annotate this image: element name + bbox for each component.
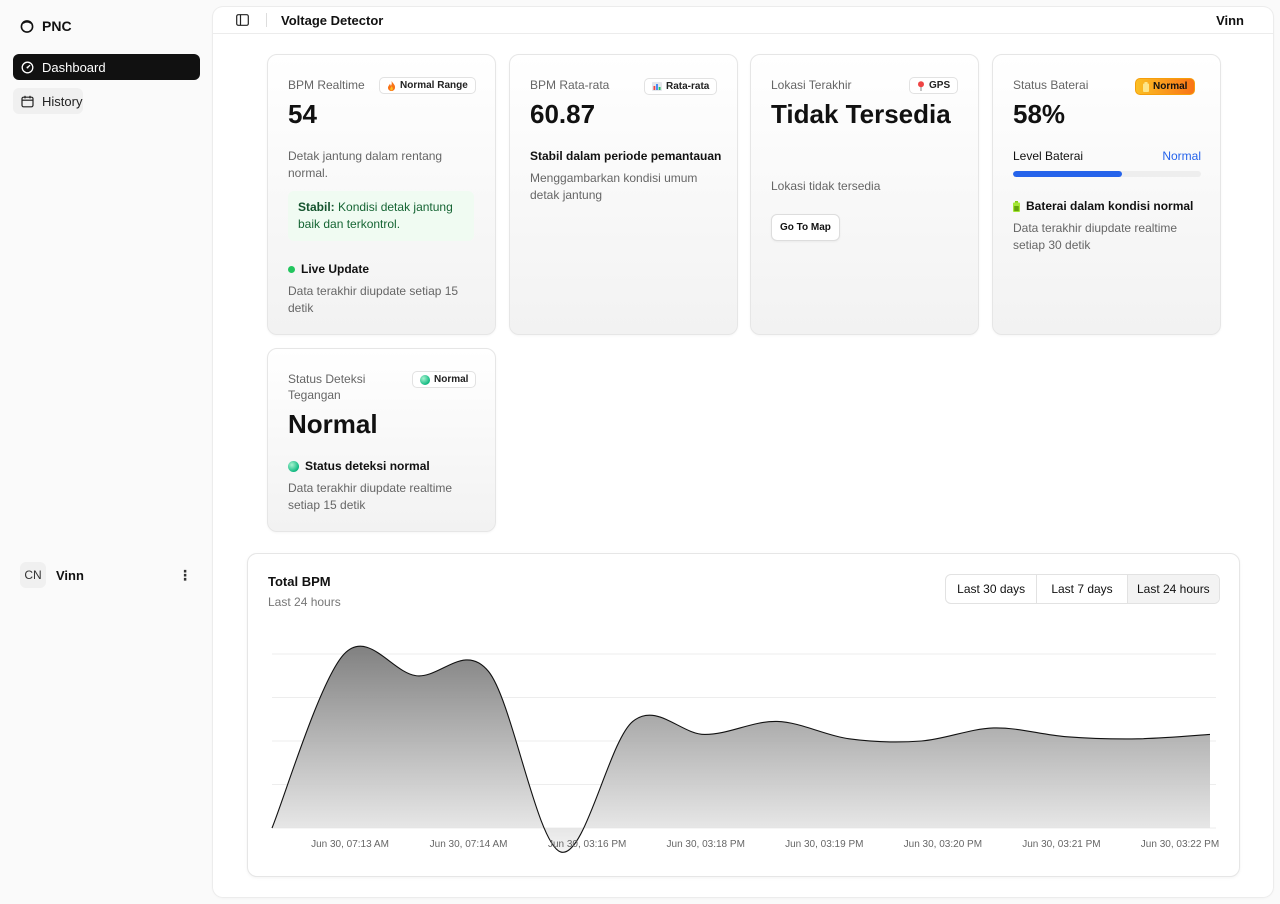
card-description: Menggambarkan kondisi umum detak jantung xyxy=(530,171,698,202)
badge-label: GPS xyxy=(929,80,951,91)
sidebar-item-dashboard[interactable]: Dashboard xyxy=(13,54,200,80)
stability-title: Stabil dalam periode pemantauan xyxy=(530,149,722,163)
page-title: Voltage Detector xyxy=(281,13,384,28)
badge-label: Rata-rata xyxy=(666,81,710,92)
x-tick-label: Jun 30, 07:13 AM xyxy=(311,839,389,850)
user-menu[interactable]: CN Vinn ⋮ xyxy=(20,562,198,588)
header-user[interactable]: Vinn xyxy=(1216,13,1244,28)
battery-green-icon xyxy=(1013,200,1020,212)
battery-condition-label: Baterai dalam kondisi normal xyxy=(1026,199,1194,213)
chart-card: Total BPM Last 24 hours Last 30 days Las… xyxy=(247,553,1240,877)
logo-icon xyxy=(20,20,34,33)
status-badge: Rata-rata xyxy=(644,78,718,95)
series-area xyxy=(272,646,1210,853)
voltage-condition: Status deteksi normal xyxy=(288,459,430,473)
battery-progress-bar xyxy=(1013,171,1201,177)
gauge-icon xyxy=(21,61,34,73)
card-battery: Status Baterai Normal 58% Level Baterai … xyxy=(992,54,1221,335)
x-tick-label: Jun 30, 03:19 PM xyxy=(785,839,863,850)
pin-icon xyxy=(918,80,924,91)
battery-icon xyxy=(1143,81,1149,92)
badge-label: Normal Range xyxy=(400,80,468,91)
green-sphere-icon xyxy=(420,374,430,385)
status-badge: Normal xyxy=(412,371,477,388)
brand-name: PNC xyxy=(42,18,72,34)
update-note: Data terakhir diupdate realtime setiap 1… xyxy=(288,481,453,512)
x-tick-label: Jun 30, 03:21 PM xyxy=(1022,839,1100,850)
voltage-condition-label: Status deteksi normal xyxy=(305,459,430,473)
battery-value: 58% xyxy=(1013,99,1066,129)
status-badge: Normal xyxy=(1135,78,1196,95)
header-divider xyxy=(266,13,267,27)
x-tick-label: Jun 30, 03:20 PM xyxy=(904,839,982,850)
x-tick-label: Jun 30, 07:14 AM xyxy=(430,839,508,850)
status-note: Stabil: Kondisi detak jantung baik dan t… xyxy=(288,191,474,241)
card-label: Lokasi Terakhir xyxy=(771,78,852,92)
status-note-title: Stabil: xyxy=(298,200,335,214)
fire-icon xyxy=(387,80,396,91)
main-panel: Voltage Detector Vinn BPM Realtime Norma… xyxy=(213,7,1273,897)
sidebar-item-label: History xyxy=(42,93,83,109)
badge-label: Normal xyxy=(1153,81,1188,92)
card-description: Detak jantung dalam rentang normal. xyxy=(288,149,443,180)
bpm-area-chart: Jun 30, 07:13 AM Jun 30, 07:14 AM Jun 30, … xyxy=(271,645,1219,853)
card-label: BPM Rata-rata xyxy=(530,78,610,92)
x-tick-label: Jun 30, 03:22 PM xyxy=(1141,839,1219,850)
card-bpm-realtime: BPM Realtime Normal Range 54 Detak jantu… xyxy=(267,54,496,335)
voltage-value: Normal xyxy=(288,409,378,439)
calendar-icon xyxy=(21,95,34,107)
status-badge: GPS xyxy=(909,77,959,94)
card-voltage-status: Status Deteksi Tegangan Normal Normal St… xyxy=(267,348,496,532)
card-location: Lokasi Terakhir GPS Tidak Tersedia Lokas… xyxy=(750,54,979,335)
x-tick-label: Jun 30, 03:16 PM xyxy=(548,839,626,850)
status-badge: Normal Range xyxy=(379,77,476,94)
card-label: Status Baterai xyxy=(1013,78,1089,92)
update-note: Data terakhir diupdate setiap 15 detik xyxy=(288,284,459,315)
card-description: Lokasi tidak tersedia xyxy=(771,179,881,193)
card-bpm-average: BPM Rata-rata Rata-rata 60.87 Stabil dal… xyxy=(509,54,738,335)
battery-level-row: Level Baterai Normal xyxy=(1013,149,1201,163)
update-note: Data terakhir diupdate realtime setiap 3… xyxy=(1013,221,1178,252)
live-dot-icon xyxy=(288,265,295,273)
bar-chart-icon xyxy=(652,82,662,91)
green-sphere-icon xyxy=(288,460,299,472)
bpm-value: 54 xyxy=(288,99,317,129)
sidebar-toggle-icon[interactable] xyxy=(236,14,249,26)
avatar: CN xyxy=(20,562,46,588)
battery-level-label: Level Baterai xyxy=(1013,149,1084,163)
card-label: BPM Realtime xyxy=(288,78,365,92)
user-name: Vinn xyxy=(56,567,84,583)
live-update-label: Live Update xyxy=(301,262,370,276)
battery-progress-fill xyxy=(1013,171,1123,177)
go-to-map-button[interactable]: Go To Map xyxy=(771,214,840,241)
live-update: Live Update xyxy=(288,262,369,276)
more-vertical-icon[interactable]: ⋮ xyxy=(178,567,198,584)
sidebar: PNC Dashboard History CN Vinn ⋮ xyxy=(0,0,213,904)
brand[interactable]: PNC xyxy=(20,18,72,34)
header: Voltage Detector Vinn xyxy=(213,7,1273,34)
location-value: Tidak Tersedia xyxy=(771,99,951,129)
card-label: Status Deteksi Tegangan xyxy=(288,372,366,402)
badge-label: Normal xyxy=(434,374,469,385)
x-tick-label: Jun 30, 03:18 PM xyxy=(667,839,745,850)
sidebar-item-label: Dashboard xyxy=(42,59,106,75)
bpm-average-value: 60.87 xyxy=(530,99,596,129)
battery-level-status: Normal xyxy=(1162,149,1201,163)
sidebar-item-history[interactable]: History xyxy=(13,88,83,114)
battery-condition: Baterai dalam kondisi normal xyxy=(1013,199,1193,213)
